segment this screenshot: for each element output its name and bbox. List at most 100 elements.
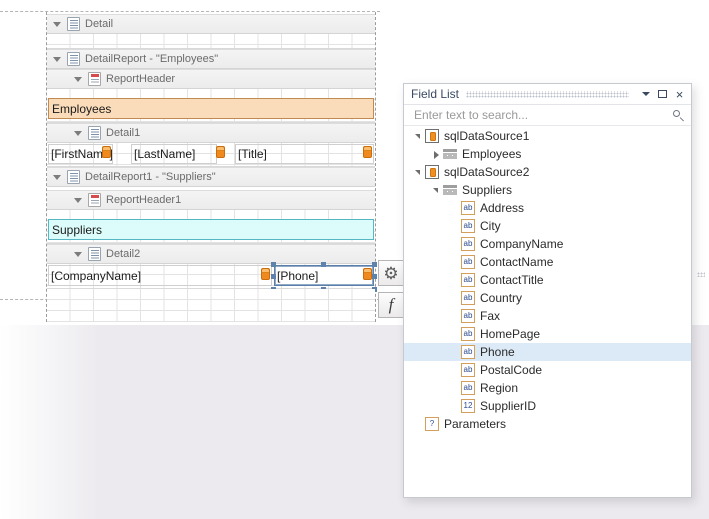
panel-resize-grip[interactable] bbox=[697, 272, 705, 277]
selection-handle-top-right[interactable] bbox=[372, 262, 377, 267]
band-label: DetailReport1 - "Suppliers" bbox=[85, 171, 216, 183]
field-list-node[interactable]: ab ContactName bbox=[404, 253, 691, 271]
report-header-band-icon bbox=[88, 193, 101, 207]
phone-label-control[interactable]: [Phone] bbox=[274, 265, 374, 286]
band-header-detailreport1[interactable]: DetailReport1 - "Suppliers" bbox=[47, 167, 375, 187]
expand-arrow-icon[interactable] bbox=[430, 148, 443, 161]
collapse-arrow-icon[interactable] bbox=[412, 166, 425, 179]
string-field-icon: ab bbox=[461, 381, 475, 395]
report-design-surface[interactable]: Detail DetailReport - "Employees" Report… bbox=[0, 0, 380, 325]
panel-menu-button[interactable] bbox=[638, 87, 653, 102]
field-list-node[interactable]: ab CompanyName bbox=[404, 235, 691, 253]
detail-band-icon bbox=[88, 247, 101, 261]
field-list-node[interactable]: ab Phone bbox=[404, 343, 691, 361]
field-list-panel[interactable]: Field List × sqlDataSource1EmployeessqlD… bbox=[403, 83, 692, 498]
search-icon bbox=[672, 109, 685, 122]
field-list-node-label: Phone bbox=[480, 345, 515, 359]
band-header-detail1[interactable]: Detail1 bbox=[47, 123, 375, 143]
datasource-icon bbox=[425, 165, 439, 179]
field-list-node[interactable]: ab Address bbox=[404, 199, 691, 217]
field-list-title: Field List bbox=[411, 87, 460, 101]
field-list-node-label: HomePage bbox=[480, 327, 541, 341]
collapse-expand-icon[interactable] bbox=[73, 128, 84, 139]
selection-handle-top-center[interactable] bbox=[321, 262, 326, 267]
field-list-node[interactable]: ab ContactTitle bbox=[404, 271, 691, 289]
search-input[interactable] bbox=[412, 107, 672, 123]
selection-handle-middle-right[interactable] bbox=[372, 274, 377, 279]
titlebar-drag-grip[interactable] bbox=[466, 90, 629, 98]
numeric-field-icon: 12 bbox=[461, 399, 475, 413]
collapse-expand-icon[interactable] bbox=[52, 54, 63, 65]
band-header-reportheader[interactable]: ReportHeader bbox=[47, 69, 375, 89]
companyname-label-control[interactable]: [CompanyName] bbox=[48, 265, 272, 286]
string-field-icon: ab bbox=[461, 237, 475, 251]
field-list-node[interactable]: sqlDataSource2 bbox=[404, 163, 691, 181]
field-list-node[interactable]: ab Fax bbox=[404, 307, 691, 325]
detail-band-icon bbox=[67, 17, 80, 31]
string-field-icon: ab bbox=[461, 309, 475, 323]
band-content-detail1[interactable]: [FirstName] [LastName] [Title] bbox=[47, 143, 375, 167]
parameters-icon: ? bbox=[425, 417, 439, 431]
detail-report-band-icon bbox=[67, 170, 80, 184]
datasource-icon bbox=[425, 129, 439, 143]
band-header-detail[interactable]: Detail bbox=[47, 14, 375, 34]
band-content-reportheader1[interactable]: Suppliers bbox=[47, 210, 375, 244]
field-list-node[interactable]: ab PostalCode bbox=[404, 361, 691, 379]
field-list-node-label: Address bbox=[480, 201, 525, 215]
band-content-reportheader[interactable]: Employees bbox=[47, 89, 375, 123]
collapse-expand-icon[interactable] bbox=[73, 195, 84, 206]
field-list-node-label: City bbox=[480, 219, 501, 233]
band-header-reportheader1[interactable]: ReportHeader1 bbox=[47, 190, 375, 210]
band-header-detailreport[interactable]: DetailReport - "Employees" bbox=[47, 49, 375, 69]
field-list-search-row[interactable] bbox=[404, 105, 691, 126]
lastname-label-control[interactable]: [LastName] bbox=[131, 144, 217, 164]
field-list-node[interactable]: Employees bbox=[404, 145, 691, 163]
page-trailing-grid[interactable] bbox=[47, 289, 375, 322]
field-list-node[interactable]: ? Parameters bbox=[404, 415, 691, 433]
field-list-node-label: PostalCode bbox=[480, 363, 543, 377]
band-label: DetailReport - "Employees" bbox=[85, 53, 219, 65]
expression-editor-button[interactable]: f bbox=[378, 292, 404, 318]
field-list-node[interactable]: ab Country bbox=[404, 289, 691, 307]
band-content-detail2[interactable]: [CompanyName] [Phone] bbox=[47, 264, 375, 289]
collapse-expand-icon[interactable] bbox=[52, 172, 63, 183]
field-list-titlebar[interactable]: Field List × bbox=[404, 84, 691, 105]
field-list-node[interactable]: ab City bbox=[404, 217, 691, 235]
binding-badge-icon bbox=[102, 146, 111, 158]
panel-close-button[interactable]: × bbox=[672, 87, 687, 102]
band-header-detail2[interactable]: Detail2 bbox=[47, 244, 375, 264]
collapse-expand-icon[interactable] bbox=[73, 74, 84, 85]
selection-handle-top-left[interactable] bbox=[271, 262, 276, 267]
panel-maximize-button[interactable] bbox=[655, 87, 670, 102]
field-list-node[interactable]: sqlDataSource1 bbox=[404, 127, 691, 145]
employees-title-label[interactable]: Employees bbox=[48, 98, 374, 119]
collapse-expand-icon[interactable] bbox=[73, 249, 84, 260]
string-field-icon: ab bbox=[461, 219, 475, 233]
smart-tag-button[interactable]: ⚙ bbox=[378, 260, 404, 286]
collapse-arrow-icon[interactable] bbox=[412, 130, 425, 143]
field-list-node[interactable]: 12 SupplierID bbox=[404, 397, 691, 415]
suppliers-title-label[interactable]: Suppliers bbox=[48, 219, 374, 240]
phone-text: [Phone] bbox=[277, 268, 319, 283]
field-list-node[interactable]: ab Region bbox=[404, 379, 691, 397]
report-header-band-icon bbox=[88, 72, 101, 86]
field-list-node[interactable]: ab HomePage bbox=[404, 325, 691, 343]
binding-badge-icon bbox=[363, 268, 372, 280]
string-field-icon: ab bbox=[461, 345, 475, 359]
title-label-control[interactable]: [Title] bbox=[235, 144, 374, 164]
field-list-tree[interactable]: sqlDataSource1 Employees sqlDataSource2 Sup… bbox=[404, 127, 691, 497]
band-label: Detail2 bbox=[106, 248, 141, 260]
collapse-arrow-icon[interactable] bbox=[430, 184, 443, 197]
collapse-expand-icon[interactable] bbox=[52, 19, 63, 30]
string-field-icon: ab bbox=[461, 327, 475, 341]
field-list-node[interactable]: Suppliers bbox=[404, 181, 691, 199]
band-content-detail[interactable] bbox=[47, 34, 375, 49]
selection-handle-middle-left[interactable] bbox=[271, 274, 276, 279]
